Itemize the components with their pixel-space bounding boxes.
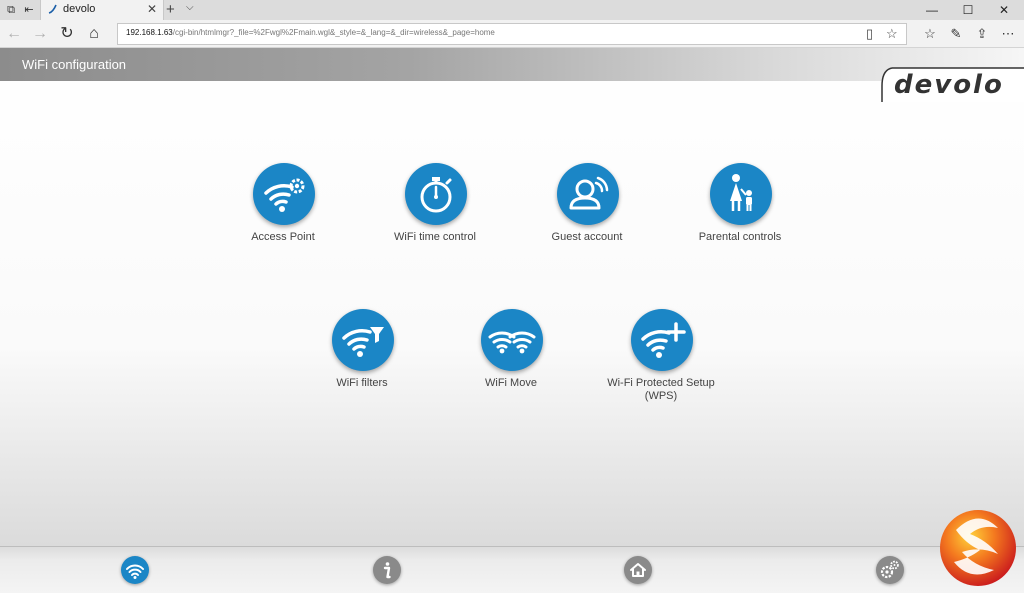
- tab-close-icon[interactable]: ✕: [147, 2, 157, 16]
- tile-guest-account[interactable]: Guest account: [517, 163, 657, 283]
- tile-wifi-move[interactable]: WiFi Move: [441, 309, 581, 429]
- window-close-icon[interactable]: ✕: [986, 0, 1022, 20]
- parent-child-icon: [710, 163, 772, 225]
- publisher-watermark-icon: [940, 510, 1016, 586]
- page-content: WiFi configuration devolo Access Point W…: [0, 48, 1024, 593]
- guest-user-icon: [557, 163, 619, 225]
- tile-wps[interactable]: Wi-Fi Protected Setup (WPS): [591, 309, 731, 429]
- wifi-icon: [126, 564, 144, 579]
- forward-arrow-icon[interactable]: →: [30, 24, 50, 44]
- footer-home-button[interactable]: [624, 556, 652, 584]
- minimize-icon[interactable]: —: [914, 0, 950, 20]
- wifi-filter-icon: [332, 309, 394, 371]
- tile-label: Wi-Fi Protected Setup (WPS): [607, 377, 715, 402]
- home-browser-icon[interactable]: ⌂: [84, 24, 104, 44]
- address-bar[interactable]: 192.168.1.63/cgi-bin/htmlmgr?_file=%2Fwg…: [117, 23, 907, 45]
- wifi-gear-icon: [253, 163, 315, 225]
- double-wifi-icon: [481, 309, 543, 371]
- page-title: WiFi configuration: [22, 57, 127, 72]
- share-icon[interactable]: ⇪: [972, 24, 992, 44]
- tab-title: devolo: [63, 3, 96, 15]
- favorites-hub-icon[interactable]: ☆: [920, 24, 940, 44]
- maximize-icon[interactable]: ☐: [950, 0, 986, 20]
- footer-info-button[interactable]: [373, 556, 401, 584]
- tile-access-point[interactable]: Access Point: [213, 163, 353, 283]
- tab-preview-icon[interactable]: ⧉: [4, 3, 18, 17]
- devolo-favicon-icon: [48, 4, 57, 14]
- tile-wifi-time-control[interactable]: WiFi time control: [365, 163, 505, 283]
- reading-view-icon[interactable]: ▯: [866, 26, 873, 42]
- footer-nav: [0, 546, 1024, 593]
- tile-label: WiFi filters: [336, 377, 388, 389]
- header-bar: WiFi configuration: [0, 48, 1024, 81]
- url-text: 192.168.1.63/cgi-bin/htmlmgr?_file=%2Fwg…: [126, 28, 495, 37]
- tile-label: Guest account: [551, 231, 623, 243]
- web-note-icon[interactable]: ✎: [946, 24, 966, 44]
- tile-wifi-filters[interactable]: WiFi filters: [292, 309, 432, 429]
- browser-tab-bar: ⧉ ⇤ devolo ✕ + ⌵ — ☐ ✕: [0, 0, 1024, 20]
- more-menu-icon[interactable]: ⋯: [998, 24, 1018, 44]
- devolo-logo: devolo: [878, 66, 1024, 104]
- tile-label: WiFi Move: [485, 377, 537, 389]
- browser-nav-bar: ← → ↻ ⌂ 192.168.1.63/cgi-bin/htmlmgr?_fi…: [0, 20, 1024, 48]
- tab-list-chevron-icon[interactable]: ⌵: [186, 2, 194, 13]
- logo-text: devolo: [894, 70, 1004, 100]
- wifi-plus-icon: [631, 309, 693, 371]
- back-arrow-icon[interactable]: ←: [4, 24, 24, 44]
- tile-label: Access Point: [251, 231, 315, 243]
- info-icon: [383, 562, 391, 579]
- browser-tab[interactable]: devolo ✕: [40, 0, 164, 20]
- footer-wifi-button[interactable]: [121, 556, 149, 584]
- footer-settings-button[interactable]: [876, 556, 904, 584]
- tile-parental-controls[interactable]: Parental controls: [670, 163, 810, 283]
- new-tab-icon[interactable]: +: [166, 1, 175, 19]
- stopwatch-icon: [405, 163, 467, 225]
- tile-label: WiFi time control: [394, 231, 476, 243]
- favorite-star-icon[interactable]: ☆: [886, 26, 898, 42]
- refresh-icon[interactable]: ↻: [57, 24, 77, 44]
- tile-label: Parental controls: [698, 231, 782, 243]
- gears-icon: [880, 560, 899, 579]
- home-icon: [630, 563, 646, 577]
- set-tabs-aside-icon[interactable]: ⇤: [22, 3, 36, 17]
